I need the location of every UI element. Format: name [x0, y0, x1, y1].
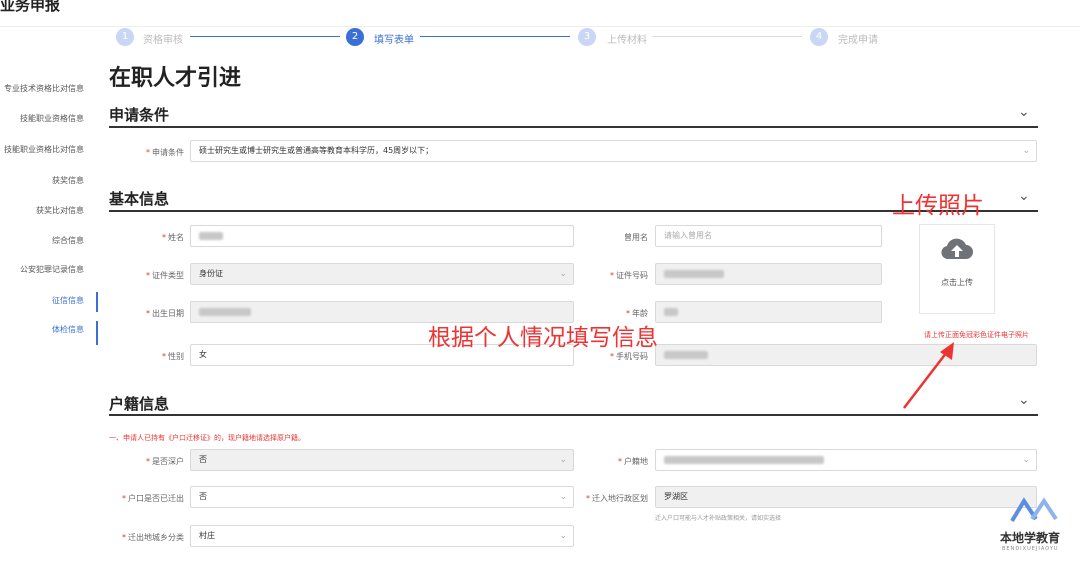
cloud-upload-icon	[941, 238, 973, 260]
used-name-input[interactable]: 请输入曾用名	[655, 225, 882, 247]
step-connector	[652, 36, 802, 37]
step-1-circle: 1	[116, 28, 134, 46]
photo-upload-box[interactable]: 点击上传	[919, 224, 995, 314]
section-title-basic: 基本信息	[109, 190, 170, 208]
logo-icon	[1010, 497, 1058, 523]
chevron-down-icon: ⌄	[559, 492, 567, 502]
section-title-household: 户籍信息	[109, 395, 170, 413]
name-input[interactable]	[190, 225, 574, 247]
is-shenzhen-select[interactable]: 否 ⌄	[190, 449, 574, 471]
upload-note: 请上传正面免冠彩色证件电子照片	[924, 331, 1029, 339]
sidebar-item-award-compare[interactable]: 获奖比对信息	[0, 205, 84, 216]
hukou-select[interactable]: ⌄	[655, 449, 1037, 471]
logo-text: 本地学教育	[1000, 531, 1061, 545]
annotation-fill-info: 根据个人情况填写信息	[428, 325, 658, 351]
step-1-label: 资格审核	[143, 35, 183, 46]
step-3-label: 上传材料	[607, 35, 647, 46]
chevron-down-icon: ⌄	[1022, 455, 1030, 465]
label-move-in-district: * 迁入地行政区划	[586, 494, 648, 503]
urban-rural-select[interactable]: 村庄 ⌄	[190, 525, 574, 547]
sidebar-item-skill-compare[interactable]: 技能职业资格比对信息	[0, 144, 84, 155]
sidebar-item-professional-compare[interactable]: 专业技术资格比对信息	[0, 83, 84, 94]
section-divider	[109, 126, 1038, 128]
id-number-input[interactable]	[655, 263, 882, 285]
sidebar-item-skill-qualification[interactable]: 技能职业资格信息	[0, 113, 84, 124]
label-name: * 姓名	[162, 233, 184, 242]
step-2-label: 填写表单	[374, 35, 414, 46]
page-title: 在职人才引进	[109, 66, 242, 91]
section-title-conditions: 申请条件	[109, 106, 170, 124]
sidebar-item-awards[interactable]: 获奖信息	[0, 175, 84, 186]
section-divider	[109, 414, 1038, 416]
label-moved-out: * 户口是否已迁出	[122, 494, 184, 503]
app-title: 业务申报	[0, 0, 61, 14]
sidebar-item-credit[interactable]: 征信信息	[0, 295, 84, 306]
sidebar-item-criminal-record[interactable]: 公安犯罪记录信息	[0, 264, 84, 275]
phone-input[interactable]	[655, 344, 1037, 366]
moved-out-select[interactable]: 否 ⌄	[190, 486, 574, 508]
upload-label: 点击上传	[941, 278, 973, 287]
divider	[0, 26, 1080, 27]
step-2-circle: 2	[346, 28, 364, 46]
age-input[interactable]	[655, 301, 882, 323]
sidebar-active-indicator	[96, 321, 98, 345]
label-urban-rural: * 迁出地城乡分类	[122, 533, 184, 542]
label-is-shenzhen: * 是否深户	[146, 457, 184, 466]
label-used-name: 曾用名	[624, 233, 648, 242]
step-connector	[190, 36, 340, 37]
household-notice: 一、申请人已持有《户口迁移证》的，现户籍地请选择原户籍。	[109, 434, 305, 442]
chevron-down-icon[interactable]: ⌄	[1018, 188, 1030, 204]
chevron-down-icon: ⌄	[559, 269, 567, 279]
step-3-circle: 3	[578, 28, 596, 46]
step-4-label: 完成申请	[838, 35, 878, 46]
label-gender: * 性别	[162, 352, 184, 361]
step-4-circle: 4	[810, 28, 828, 46]
chevron-down-icon: ⌄	[559, 531, 567, 541]
chevron-down-icon: ⌄	[559, 455, 567, 465]
id-type-select[interactable]: 身份证 ⌄	[190, 263, 574, 285]
chevron-down-icon[interactable]: ⌄	[1018, 392, 1030, 408]
label-phone: * 手机号码	[610, 352, 648, 361]
label-conditions: * 申请条件	[146, 148, 184, 157]
annotation-upload-photo: 上传照片	[892, 193, 984, 219]
label-hukou: * 户籍地	[618, 457, 648, 466]
chevron-down-icon: ⌄	[1022, 146, 1030, 156]
logo-subtext: BENDIXUEJIAOYU	[1002, 546, 1059, 552]
move-in-district-select[interactable]: 罗湖区	[655, 486, 1037, 508]
conditions-select[interactable]: 硕士研究生或博士研究生或普通高等教育本科学历，45周岁以下； ⌄	[190, 140, 1037, 162]
label-id-number: * 证件号码	[610, 271, 648, 280]
label-id-type: * 证件类型	[146, 271, 184, 280]
annotation-arrow-icon	[903, 342, 954, 409]
sidebar-item-comprehensive[interactable]: 综合信息	[0, 235, 84, 246]
sidebar-active-indicator	[96, 292, 98, 312]
step-connector	[420, 36, 570, 37]
sidebar-item-physical-exam[interactable]: 体检信息	[0, 324, 84, 335]
move-in-hint: 迁入户口可能与人才补贴政策相关，请如实选择	[655, 515, 782, 522]
chevron-down-icon[interactable]: ⌄	[1018, 104, 1030, 120]
label-birth-date: * 出生日期	[146, 309, 184, 318]
